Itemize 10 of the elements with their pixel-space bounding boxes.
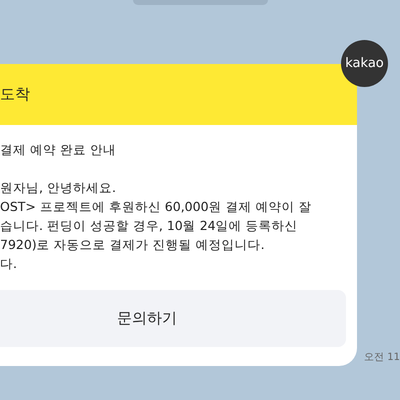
sender-avatar[interactable]: kakao — [341, 40, 388, 87]
inquiry-button[interactable]: 문의하기 — [0, 290, 346, 347]
message-time: 오전 11 — [364, 351, 400, 364]
message-text: 원자님, 안녕하세요. — [0, 179, 117, 197]
message-subject: 결제 예약 완료 안내 — [0, 141, 117, 159]
header-title: 도착 — [0, 85, 30, 104]
message-text: 습니다. 펀딩이 성공할 경우, 10월 24일에 등록하신 — [0, 217, 299, 235]
message-text: 7920)로 자동으로 결제가 진행될 예정입니다. — [0, 236, 266, 254]
message-text: OST> 프로젝트에 후원하신 60,000원 결제 예약이 잘 — [0, 198, 312, 216]
message-text: 다. — [0, 255, 18, 273]
